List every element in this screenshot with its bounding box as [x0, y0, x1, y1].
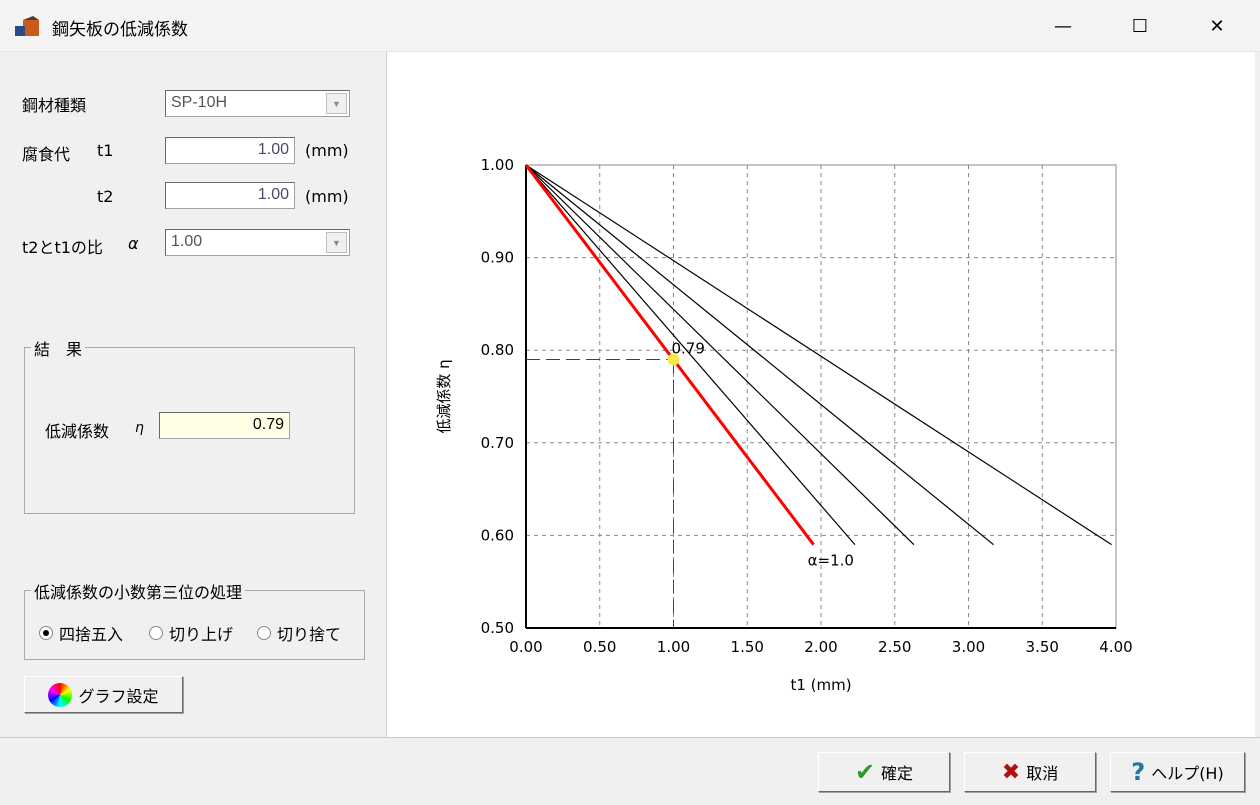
eta-label: 低減係数	[45, 422, 110, 441]
eta-value: 0.79	[159, 412, 290, 439]
window-title: 鋼矢板の低減係数	[52, 20, 188, 40]
ratio-label: t2とt1の比	[22, 238, 103, 257]
series-line-line5	[525, 164, 1112, 546]
y-tick-label: 0.90	[481, 249, 514, 267]
radio-circle	[39, 626, 53, 640]
x-tick-label: 4.00	[1099, 638, 1132, 656]
radio-round[interactable]: 四捨五入	[39, 621, 123, 645]
corrosion-label: 腐食代	[22, 145, 71, 164]
eta-symbol: η	[135, 420, 144, 436]
x-icon: ✖	[1001, 759, 1021, 785]
chart-panel: 0.00 0.50 1.00 1.50 2.00 2.50 3.00 3.50 4.00 0.50…	[386, 52, 1255, 737]
minimize-button[interactable]: —	[1043, 10, 1083, 42]
x-tick-label: 1.00	[657, 638, 690, 656]
radio-floor-label: 切り捨て	[277, 625, 342, 644]
close-button[interactable]: ✕	[1197, 10, 1237, 42]
title-bar: 鋼矢板の低減係数 — ☐ ✕	[0, 0, 1260, 52]
ratio-value: 1.00	[171, 233, 203, 250]
t2-unit: (mm)	[305, 187, 349, 206]
x-tick-label: 0.00	[509, 638, 542, 656]
x-tick-label: 0.50	[583, 638, 616, 656]
y-tick-label: 0.80	[481, 341, 514, 359]
rounding-group-label: 低減係数の小数第三位の処理	[31, 579, 246, 603]
radio-circle	[149, 626, 163, 640]
steel-type-label: 鋼材種類	[22, 96, 87, 115]
x-tick-label: 3.50	[1026, 638, 1059, 656]
y-axis-label: 低減係数 η	[435, 359, 453, 433]
help-icon: ?	[1131, 758, 1146, 786]
radio-ceil-label: 切り上げ	[169, 625, 234, 644]
ratio-select[interactable]: 1.00 ▼	[165, 229, 350, 256]
x-tick-label: 3.00	[952, 638, 985, 656]
y-tick-label: 0.70	[481, 434, 514, 452]
help-button[interactable]: ? ヘルプ(H)	[1110, 752, 1245, 792]
radio-round-label: 四捨五入	[59, 625, 124, 644]
y-tick-label: 0.50	[481, 619, 514, 637]
y-tick-label: 1.00	[481, 156, 514, 174]
cancel-button[interactable]: ✖ 取消	[964, 752, 1096, 792]
color-wheel-icon	[48, 682, 73, 707]
steel-type-value: SP-10H	[171, 94, 228, 111]
radio-floor[interactable]: 切り捨て	[257, 621, 341, 645]
t2-input[interactable]: 1.00	[165, 182, 295, 209]
radio-ceil[interactable]: 切り上げ	[149, 621, 233, 645]
button-bar: ✔ 確定 ✖ 取消 ? ヘルプ(H)	[0, 737, 1260, 805]
marker-label: 0.79	[672, 339, 705, 357]
checkmark-icon: ✔	[854, 758, 876, 786]
t1-input[interactable]: 1.00	[165, 137, 295, 164]
ok-button[interactable]: ✔ 確定	[818, 752, 950, 792]
series-line-line3	[525, 164, 915, 546]
steel-type-select[interactable]: SP-10H ▼	[165, 90, 350, 117]
ok-label: 確定	[881, 764, 914, 783]
app-icon	[15, 16, 39, 36]
cancel-label: 取消	[1026, 764, 1059, 783]
help-label: ヘルプ(H)	[1151, 764, 1224, 783]
input-panel: 鋼材種類 SP-10H ▼ 腐食代 t1 1.00 (mm) t2 1.00 (…	[0, 52, 386, 737]
x-tick-label: 1.50	[731, 638, 764, 656]
y-tick-label: 0.60	[481, 526, 514, 544]
maximize-button[interactable]: ☐	[1120, 10, 1160, 42]
chevron-down-icon[interactable]: ▼	[326, 93, 347, 114]
alpha-symbol: α	[128, 234, 139, 253]
series-line-line4	[525, 164, 994, 546]
t1-unit: (mm)	[305, 141, 349, 160]
x-axis-label: t1 (mm)	[790, 676, 851, 694]
chevron-down-icon[interactable]: ▼	[326, 232, 347, 253]
series-label: α=1.0	[808, 552, 854, 570]
result-group-label: 結 果	[31, 336, 86, 360]
t2-label: t2	[97, 187, 114, 206]
reduction-chart: 0.00 0.50 1.00 1.50 2.00 2.50 3.00 3.50 4.000.50…	[435, 156, 1133, 694]
result-group: 結 果 低減係数 η 0.79	[24, 336, 355, 514]
x-tick-label: 2.00	[804, 638, 837, 656]
t1-label: t1	[97, 141, 114, 160]
graph-settings-button[interactable]: グラフ設定	[24, 676, 183, 713]
radio-circle	[257, 626, 271, 640]
rounding-group: 低減係数の小数第三位の処理 四捨五入 切り上げ 切り捨て	[24, 579, 365, 660]
x-tick-label: 2.50	[878, 638, 911, 656]
graph-settings-label: グラフ設定	[78, 686, 159, 706]
